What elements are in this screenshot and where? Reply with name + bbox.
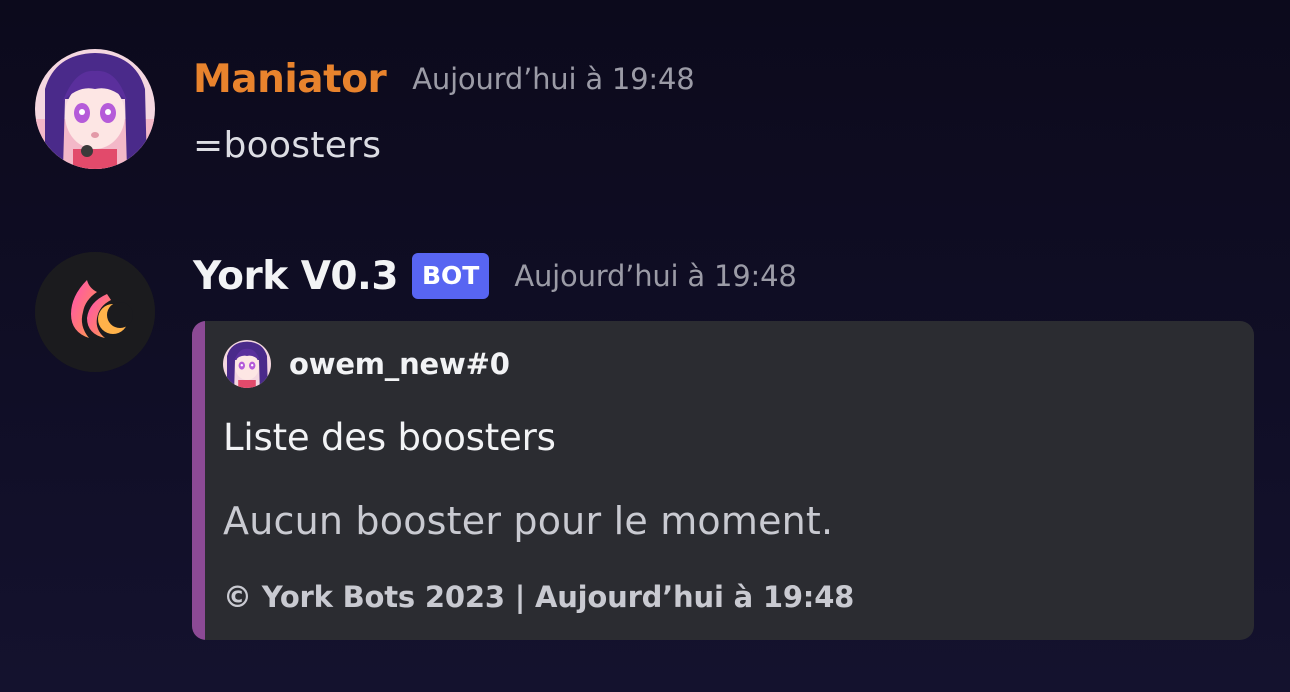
timestamp[interactable]: Aujourd’hui à 19:48 [412,64,694,94]
bot-avatar[interactable] [35,252,155,372]
message-header: York V0.3 BOT Aujourd’hui à 19:48 [193,251,797,301]
embed-author-name[interactable]: owem_new#0 [289,347,510,381]
anime-girl-avatar-icon [223,340,271,388]
embed-author-avatar[interactable] [223,340,271,388]
bot-badge: BOT [411,253,490,299]
bot-username[interactable]: York V0.3 [193,257,398,296]
embed-author: owem_new#0 [223,340,510,388]
embed-accent-bar [192,321,205,640]
username[interactable]: Maniator [193,60,387,99]
flame-moon-logo-icon [35,252,155,372]
embed-footer: © York Bots 2023 | Aujourd’hui à 19:48 [223,580,855,614]
anime-girl-avatar-icon [35,49,155,169]
timestamp[interactable]: Aujourd’hui à 19:48 [514,261,796,291]
embed-title: Liste des boosters [223,416,556,459]
user-avatar[interactable] [35,49,155,169]
embed: owem_new#0 Liste des boosters Aucun boos… [192,321,1254,640]
message-content: =boosters [193,125,382,166]
message-header: Maniator Aujourd’hui à 19:48 [193,58,695,100]
embed-description: Aucun booster pour le moment. [223,499,834,543]
